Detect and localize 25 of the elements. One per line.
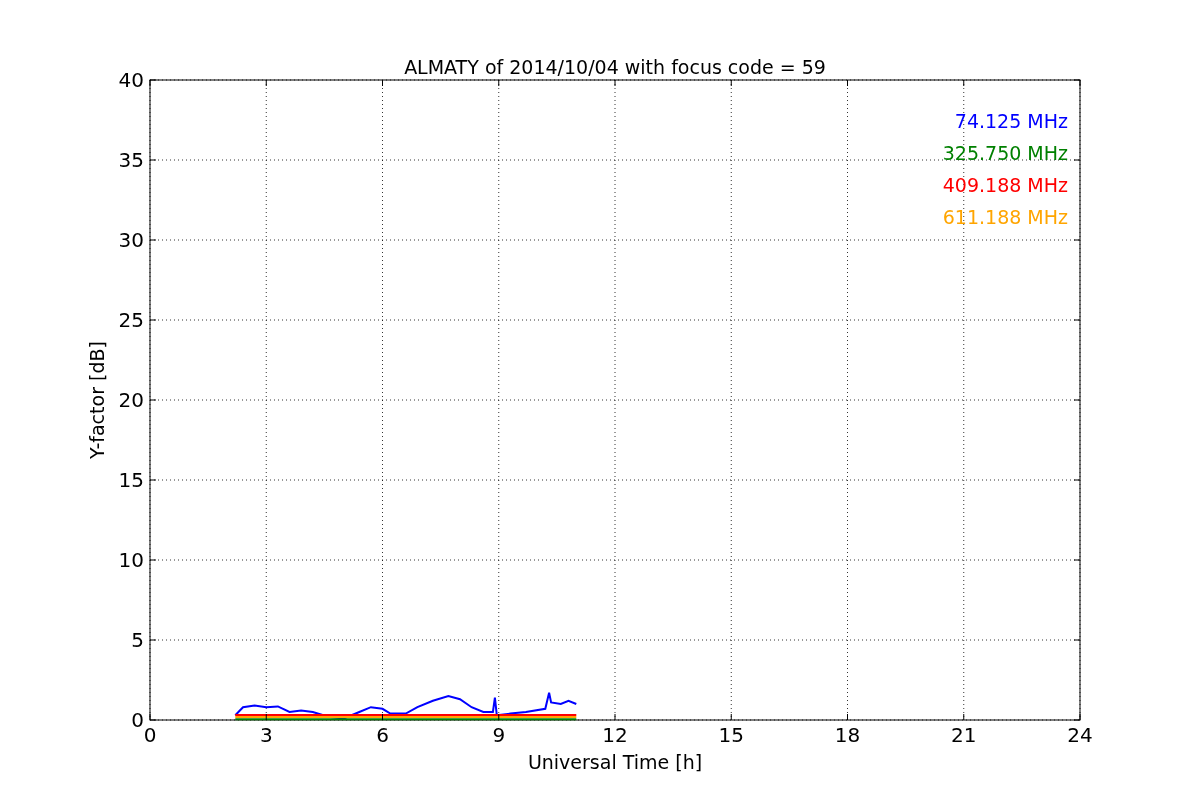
legend-label: 611.188 MHz	[942, 206, 1068, 228]
legend-label: 74.125 MHz	[954, 110, 1068, 132]
chart-title: ALMATY of 2014/10/04 with focus code = 59	[404, 56, 826, 78]
x-axis-label: Universal Time [h]	[527, 751, 703, 773]
y-tick-label: 35	[118, 148, 144, 172]
x-tick-label: 21	[951, 723, 977, 747]
x-tick-label: 18	[834, 723, 861, 747]
x-tick-label: 12	[602, 723, 628, 747]
x-tick-label: 0	[143, 723, 157, 747]
y-tick-label: 0	[131, 708, 144, 732]
x-tick-label: 3	[259, 723, 273, 747]
legend-label: 409.188 MHz	[942, 174, 1068, 196]
y-tick-label: 5	[131, 628, 144, 652]
y-axis-label: Y-factor [dB]	[86, 341, 108, 459]
y-tick-label: 40	[118, 68, 144, 92]
x-tick-label: 6	[376, 723, 389, 747]
y-tick-label: 15	[118, 468, 144, 492]
x-tick-label: 15	[718, 723, 744, 747]
x-tick-label: 24	[1067, 723, 1093, 747]
x-tick-label: 9	[492, 723, 506, 747]
y-tick-label: 30	[118, 228, 144, 252]
y-tick-label: 25	[118, 308, 144, 332]
y-tick-label: 20	[118, 388, 144, 412]
legend-label: 325.750 MHz	[942, 142, 1068, 164]
y-tick-label: 10	[118, 548, 144, 572]
